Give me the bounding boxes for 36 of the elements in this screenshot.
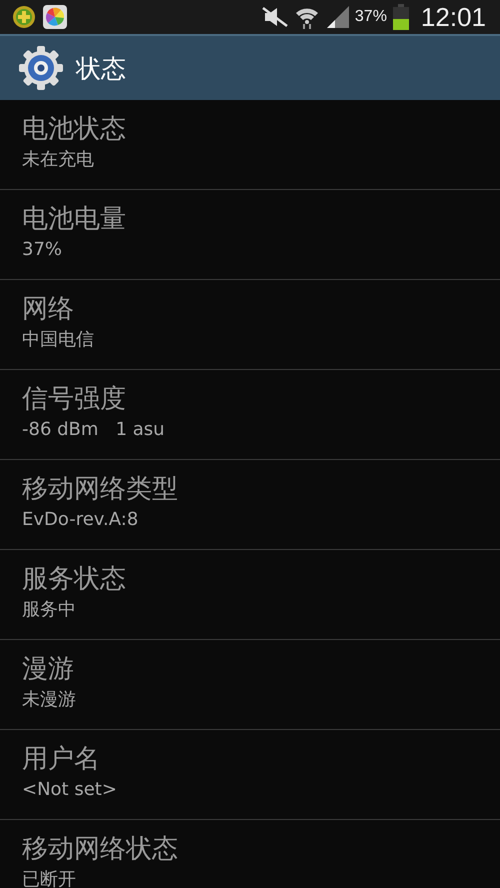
list-item[interactable]: 电池电量 37%: [0, 190, 500, 280]
item-value: 已断开: [22, 868, 77, 888]
list-item[interactable]: 电池状态 未在充电: [0, 100, 500, 190]
battery-percentage: 37%: [354, 8, 387, 26]
list-item[interactable]: 移动网络类型 EvDo-rev.A:8: [0, 460, 500, 550]
list-item[interactable]: 信号强度 -86 dBm 1 asu: [0, 370, 500, 460]
list-item[interactable]: 移动网络状态 已断开: [0, 820, 500, 888]
item-value: 中国电信: [22, 328, 95, 352]
item-title: 网络: [22, 293, 75, 326]
list-item[interactable]: 漫游 未漫游: [0, 640, 500, 730]
item-value: 未漫游: [22, 688, 77, 712]
item-value: 37%: [22, 238, 64, 262]
mute-icon: [260, 6, 289, 28]
signal-icon: [324, 6, 349, 28]
item-title: 移动网络类型: [22, 473, 179, 506]
screen-title: 状态: [76, 52, 126, 84]
app-icon: [42, 4, 68, 30]
battery-icon: [392, 4, 409, 30]
item-title: 电池电量: [22, 203, 127, 236]
item-value: <Not set>: [22, 778, 118, 802]
item-title: 服务状态: [22, 563, 127, 596]
list-item[interactable]: 服务状态 服务中: [0, 550, 500, 640]
item-title: 电池状态: [22, 113, 127, 146]
item-title: 漫游: [22, 653, 75, 686]
item-value: -86 dBm 1 asu: [22, 418, 166, 442]
item-title: 用户名: [22, 743, 101, 776]
item-value: EvDo-rev.A:8: [22, 508, 140, 532]
settings-icon: [18, 45, 64, 91]
app-icon: [12, 5, 36, 29]
list-item[interactable]: 网络 中国电信: [0, 280, 500, 370]
clock: 12:01: [420, 2, 486, 32]
item-value: 服务中: [22, 598, 77, 622]
list-item[interactable]: 用户名 <Not set>: [0, 730, 500, 820]
item-title: 信号强度: [22, 383, 127, 416]
item-value: 未在充电: [22, 148, 95, 172]
item-title: 移动网络状态: [22, 833, 179, 866]
